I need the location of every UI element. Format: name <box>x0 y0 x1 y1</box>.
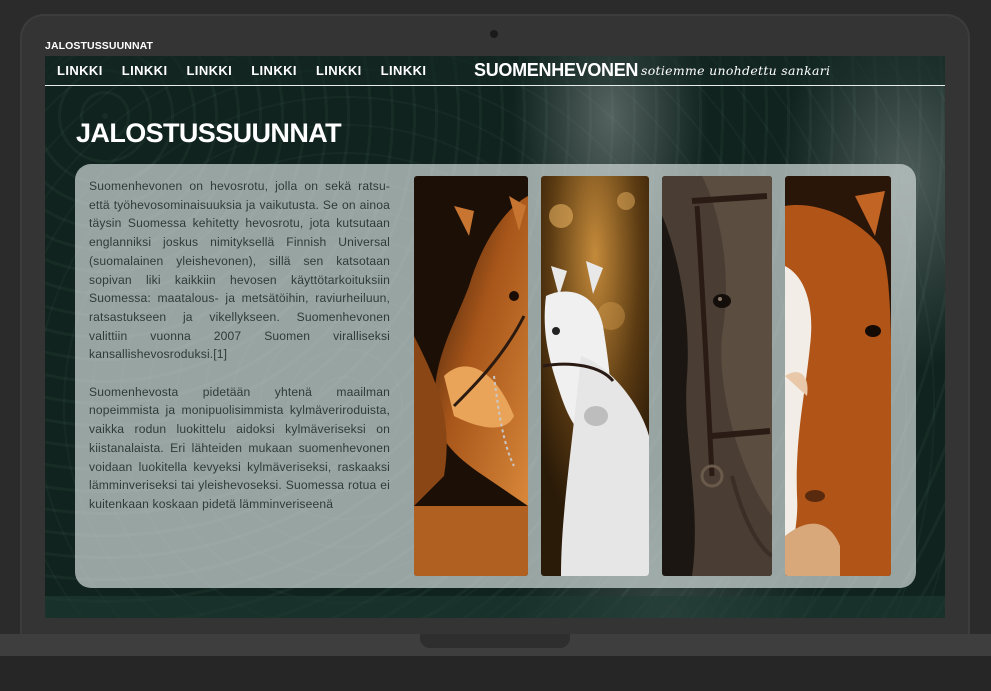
desk-surface <box>0 656 991 691</box>
nav-link-2[interactable]: LINKKI <box>122 63 168 78</box>
chestnut-horse-photo <box>414 176 528 576</box>
website-viewport[interactable]: LINKKI LINKKI LINKKI LINKKI LINKKI LINKK… <box>45 56 945 618</box>
laptop-notch <box>420 634 570 648</box>
nav-link-3[interactable]: LINKKI <box>186 63 232 78</box>
nav-link-1[interactable]: LINKKI <box>57 63 103 78</box>
content-card: Suomenhevonen on hevosrotu, jolla on sek… <box>75 164 916 588</box>
footer-strip <box>45 596 945 618</box>
site-tagline: sotiemme unohdettu sankari <box>641 63 831 78</box>
nav-link-6[interactable]: LINKKI <box>381 63 427 78</box>
browser-tab-title: JALOSTUSSUUNNAT <box>45 40 154 52</box>
camera-icon <box>490 30 498 38</box>
dark-horse-photo <box>662 176 772 576</box>
site-brand[interactable]: SUOMENHEVONEN <box>474 60 638 81</box>
white-horse-photo <box>541 176 649 576</box>
navbar: LINKKI LINKKI LINKKI LINKKI LINKKI LINKK… <box>45 56 945 86</box>
nav-links: LINKKI LINKKI LINKKI LINKKI LINKKI LINKK… <box>57 63 445 78</box>
nav-link-4[interactable]: LINKKI <box>251 63 297 78</box>
paragraph-1: Suomenhevonen on hevosrotu, jolla on sek… <box>89 179 390 362</box>
nav-link-5[interactable]: LINKKI <box>316 63 362 78</box>
blaze-horse-photo <box>785 176 891 576</box>
page-title: JALOSTUSSUUNNAT <box>76 118 342 148</box>
paragraph-2: Suomenhevosta pidetään yhtenä maailman n… <box>89 384 390 511</box>
article-text[interactable]: Suomenhevonen on hevosrotu, jolla on sek… <box>89 177 390 577</box>
